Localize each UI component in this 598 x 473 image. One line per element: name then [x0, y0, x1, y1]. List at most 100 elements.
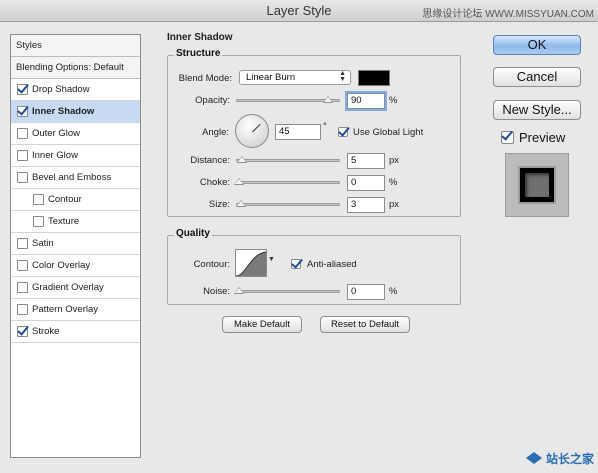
noise-slider-track[interactable] — [236, 290, 340, 293]
size-field[interactable]: 3 — [347, 197, 385, 213]
style-checkbox-color-overlay[interactable] — [17, 260, 28, 271]
style-item-label: Gradient Overlay — [32, 282, 104, 293]
angle-dial[interactable] — [235, 114, 269, 148]
opacity-field[interactable]: 90 — [347, 93, 385, 109]
styles-header-label: Styles — [16, 40, 42, 51]
noise-unit: % — [389, 286, 398, 297]
contour-label: Contour: — [193, 259, 230, 270]
style-checkbox-gradient-overlay[interactable] — [17, 282, 28, 293]
cancel-button[interactable]: Cancel — [493, 67, 581, 87]
anti-aliased-checkbox[interactable] — [291, 259, 301, 269]
choke-field[interactable]: 0 — [347, 175, 385, 191]
blending-options-label: Blending Options: Default — [16, 62, 124, 73]
preview-label: Preview — [519, 130, 566, 145]
choke-unit: % — [389, 177, 398, 188]
choke-slider-thumb[interactable] — [234, 178, 244, 185]
contour-curve-icon — [236, 251, 266, 276]
style-checkbox-inner-shadow[interactable] — [17, 106, 28, 117]
angle-field[interactable]: 45 — [275, 124, 321, 140]
style-item-texture[interactable]: Texture — [11, 211, 140, 233]
style-checkbox-satin[interactable] — [17, 238, 28, 249]
section-title: Inner Shadow — [167, 32, 233, 43]
opacity-label: Opacity: — [195, 95, 230, 106]
distance-label: Distance: — [190, 155, 230, 166]
style-item-label: Inner Shadow — [32, 106, 95, 117]
style-checkbox-contour[interactable] — [33, 194, 44, 205]
blend-mode-value: Linear Burn — [246, 72, 296, 83]
contour-picker[interactable] — [235, 249, 267, 277]
style-checkbox-pattern-overlay[interactable] — [17, 304, 28, 315]
distance-unit: px — [389, 155, 400, 166]
layer-style-dialog: Styles Blending Options: Default Drop Sh… — [0, 22, 598, 473]
blend-mode-label: Blend Mode: — [178, 73, 232, 84]
style-item-label: Bevel and Emboss — [32, 172, 112, 183]
opacity-unit: % — [389, 95, 398, 106]
noise-label: Noise: — [203, 286, 230, 297]
logo-text: 站长之家 — [545, 451, 594, 466]
title-bar: Layer Style 思缘设计论坛 WWW.MISSYUAN.COM — [0, 0, 598, 22]
logo-icon — [525, 452, 542, 464]
style-item-label: Texture — [48, 216, 80, 227]
distance-slider-track[interactable] — [236, 159, 340, 162]
style-item-label: Outer Glow — [32, 128, 81, 139]
preview-thumbnail — [505, 153, 569, 217]
size-label: Size: — [208, 199, 230, 210]
style-item-inner-glow[interactable]: Inner Glow — [11, 145, 140, 167]
shadow-color-swatch[interactable] — [358, 70, 390, 86]
style-checkbox-bevel-and-emboss[interactable] — [17, 172, 28, 183]
style-item-label: Drop Shadow — [32, 84, 90, 95]
style-item-satin[interactable]: Satin — [11, 233, 140, 255]
blending-options-item[interactable]: Blending Options: Default — [11, 57, 140, 79]
style-item-color-overlay[interactable]: Color Overlay — [11, 255, 140, 277]
blend-mode-select[interactable]: Linear Burn ▲ ▼ — [239, 70, 351, 85]
size-unit: px — [389, 199, 400, 210]
style-checkbox-outer-glow[interactable] — [17, 128, 28, 139]
distance-field[interactable]: 5 — [347, 153, 385, 169]
noise-field[interactable]: 0 — [347, 284, 385, 300]
choke-slider-track[interactable] — [236, 181, 340, 184]
style-item-label: Contour — [48, 194, 82, 205]
use-global-light-label: Use Global Light — [353, 127, 424, 138]
style-item-bevel-and-emboss[interactable]: Bevel and Emboss — [11, 167, 140, 189]
style-checkbox-stroke[interactable] — [17, 326, 28, 337]
structure-title: Structure — [174, 48, 223, 59]
style-item-gradient-overlay[interactable]: Gradient Overlay — [11, 277, 140, 299]
distance-slider-thumb[interactable] — [237, 156, 247, 163]
anti-aliased-label: Anti-aliased — [307, 259, 357, 270]
use-global-light-checkbox[interactable] — [338, 127, 348, 137]
choke-label: Choke: — [199, 177, 230, 188]
style-item-label: Pattern Overlay — [32, 304, 98, 315]
style-item-inner-shadow[interactable]: Inner Shadow — [11, 101, 140, 123]
style-item-drop-shadow[interactable]: Drop Shadow — [11, 79, 140, 101]
style-item-outer-glow[interactable]: Outer Glow — [11, 123, 140, 145]
style-item-label: Color Overlay — [32, 260, 91, 271]
reset-to-default-button[interactable]: Reset to Default — [320, 316, 410, 333]
style-checkbox-texture[interactable] — [33, 216, 44, 227]
style-item-contour[interactable]: Contour — [11, 189, 140, 211]
opacity-slider-thumb[interactable] — [323, 96, 333, 103]
style-checkbox-drop-shadow[interactable] — [17, 84, 28, 95]
angle-unit: ° — [323, 121, 327, 132]
quality-title: Quality — [174, 228, 212, 239]
angle-label: Angle: — [202, 127, 229, 138]
ok-button[interactable]: OK — [493, 35, 581, 55]
preview-swatch — [518, 166, 556, 204]
noise-slider-thumb[interactable] — [234, 287, 244, 294]
preview-inner — [525, 173, 549, 197]
style-item-pattern-overlay[interactable]: Pattern Overlay — [11, 299, 140, 321]
styles-header[interactable]: Styles — [11, 35, 140, 57]
select-arrows-icon: ▲ ▼ — [339, 70, 346, 83]
size-slider-track[interactable] — [236, 203, 340, 206]
angle-needle — [252, 123, 261, 133]
style-item-stroke[interactable]: Stroke — [11, 321, 140, 343]
site-logo: 站长之家 — [525, 447, 594, 469]
new-style-button[interactable]: New Style... — [493, 100, 581, 120]
watermark-text: 思缘设计论坛 WWW.MISSYUAN.COM — [422, 9, 594, 20]
contour-dropdown-icon[interactable]: ▼ — [268, 256, 275, 263]
size-slider-thumb[interactable] — [236, 200, 246, 207]
style-checkbox-inner-glow[interactable] — [17, 150, 28, 161]
style-item-label: Stroke — [32, 326, 60, 337]
make-default-button[interactable]: Make Default — [222, 316, 302, 333]
preview-checkbox[interactable] — [501, 131, 514, 144]
styles-list: Styles Blending Options: Default Drop Sh… — [10, 34, 141, 458]
